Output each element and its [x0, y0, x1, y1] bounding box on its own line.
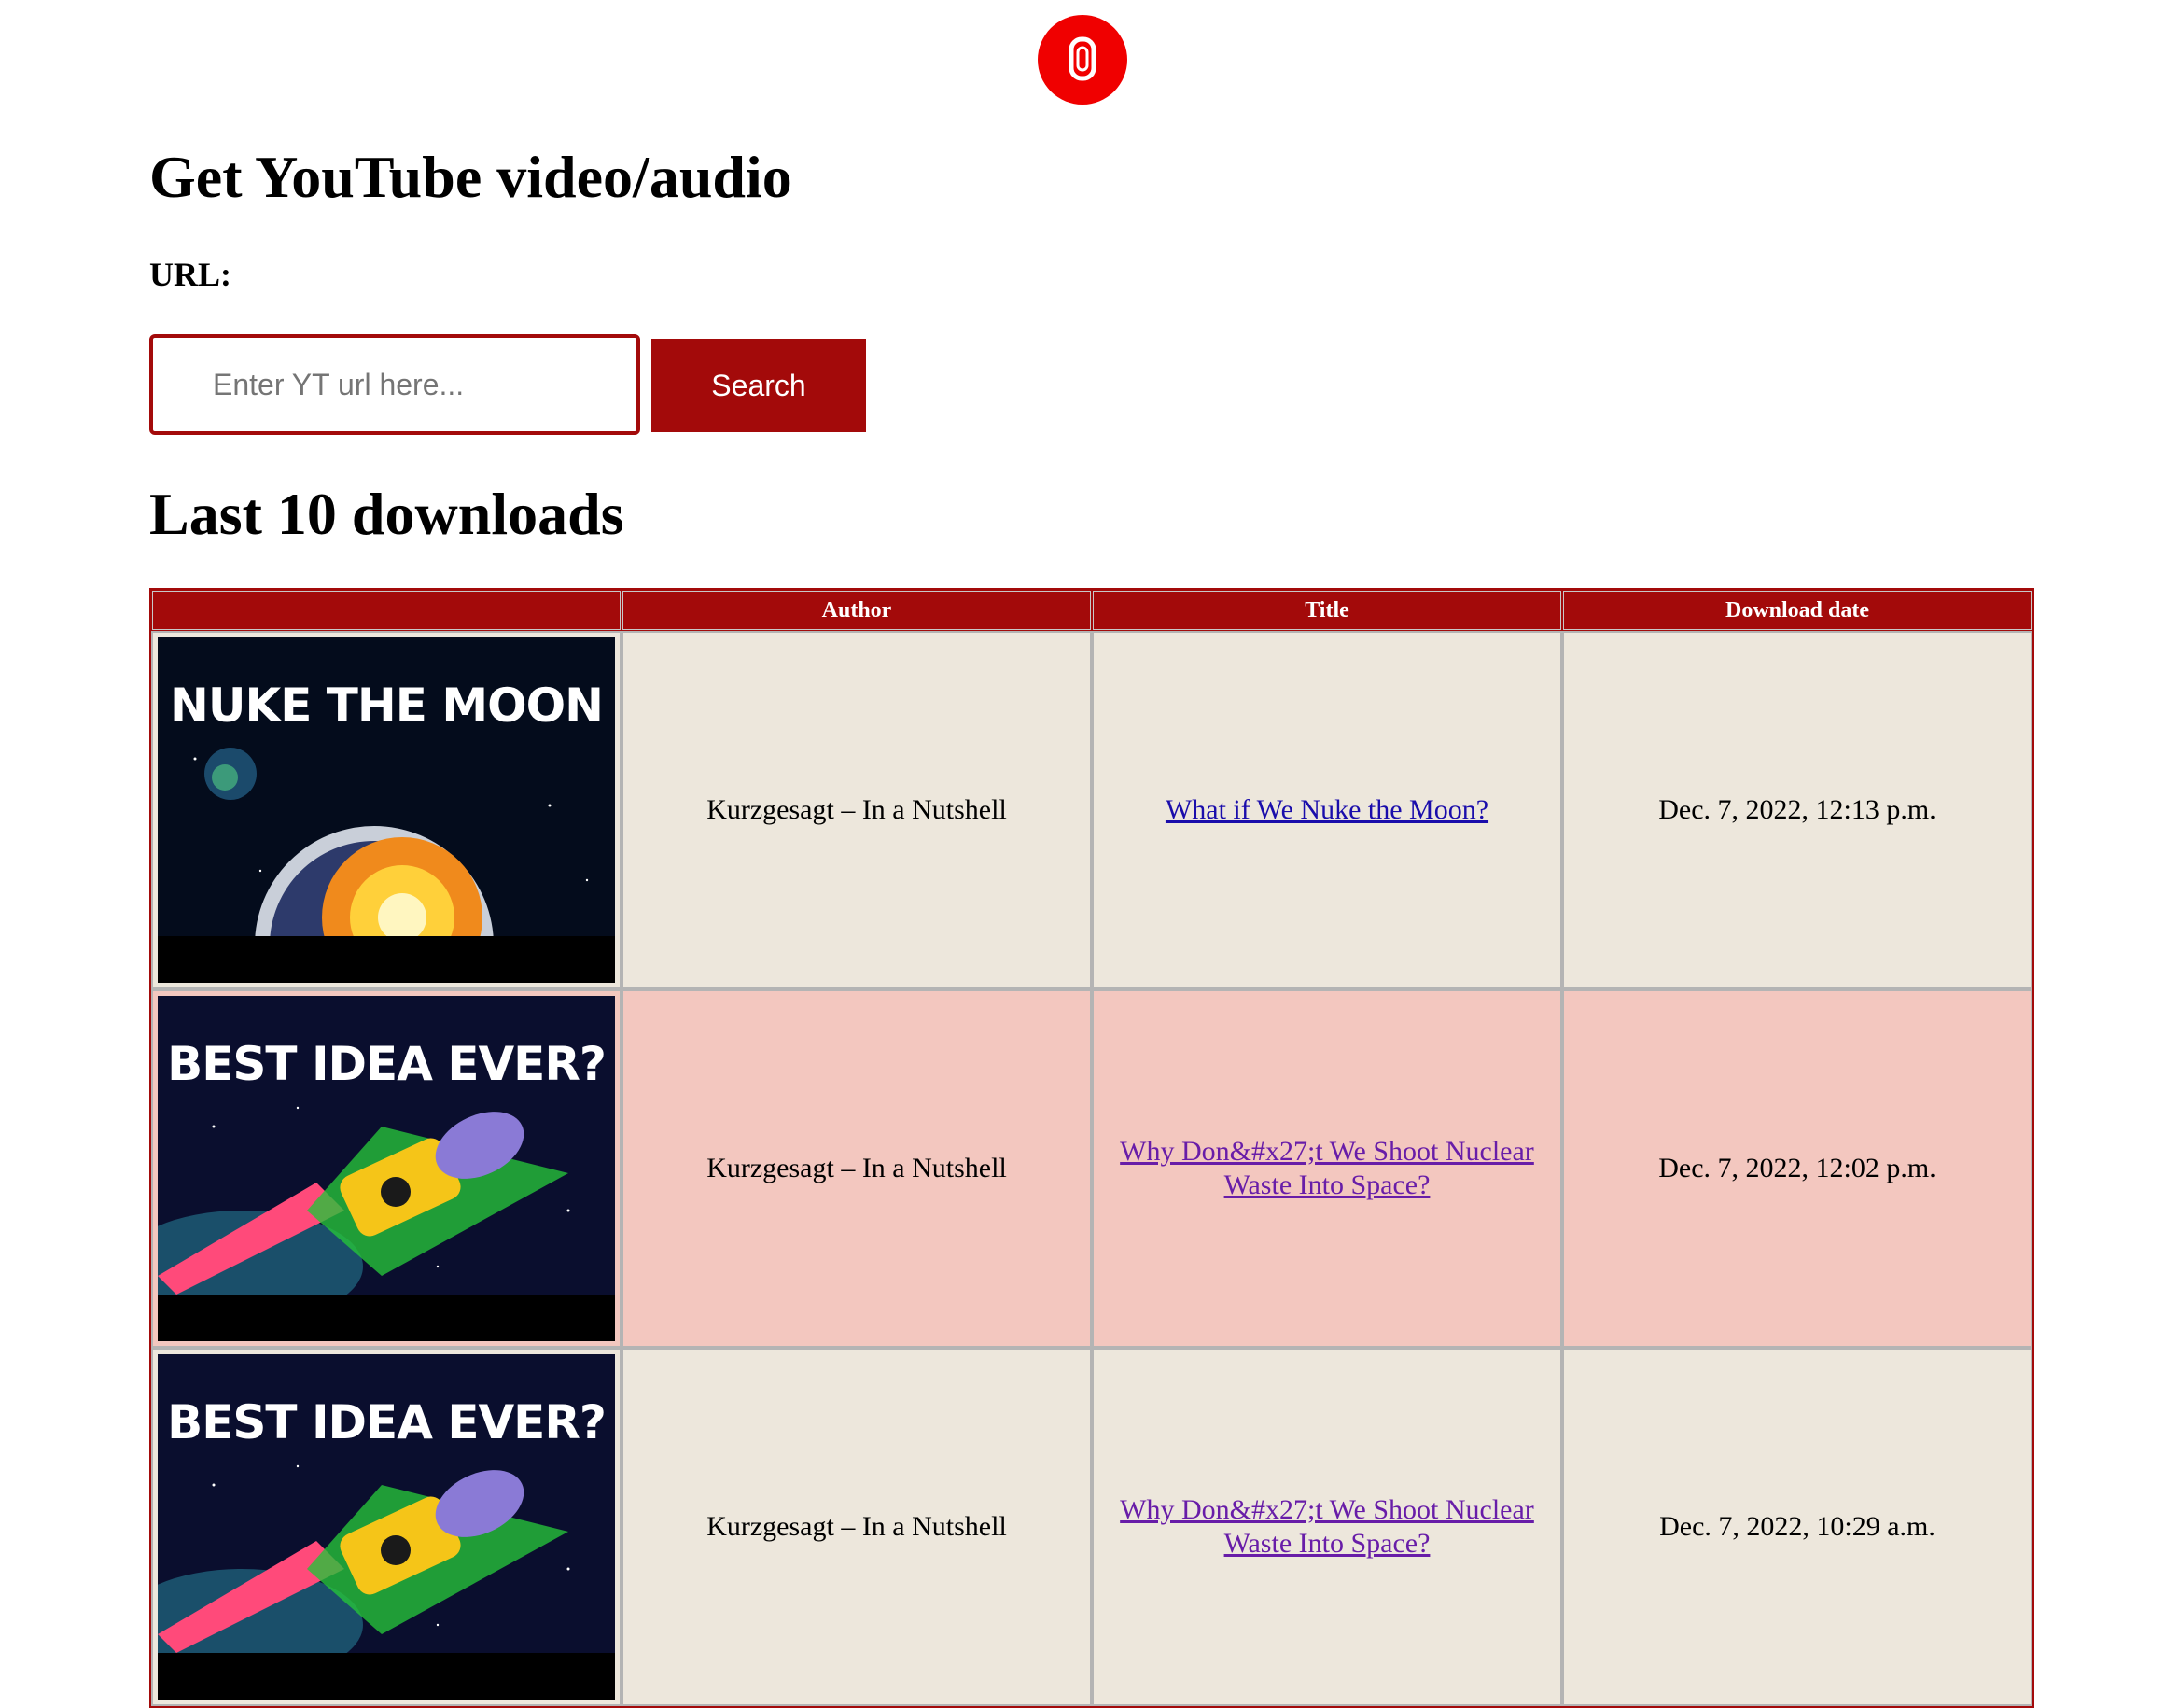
downloads-table: Author Title Download date NUKE THE MOON… [149, 588, 2034, 1708]
author-cell: Kurzgesagt – In a Nutshell [623, 991, 1090, 1346]
thumbnail-column-header [153, 592, 620, 629]
table-row: BEST IDEA EVER? Kurzgesagt – In a Nutshe… [153, 991, 2031, 1346]
thumbnail-cell: BEST IDEA EVER? [153, 1350, 620, 1704]
downloads-heading: Last 10 downloads [149, 481, 624, 547]
thumbnail-caption: BEST IDEA EVER? [167, 1037, 607, 1091]
video-title-link[interactable]: Why Don&#x27;t We Shoot Nuclear Waste In… [1120, 1136, 1534, 1200]
date-cell: Dec. 7, 2022, 10:29 a.m. [1564, 1350, 2031, 1704]
page-title: Get YouTube video/audio [149, 144, 792, 210]
video-thumbnail[interactable]: BEST IDEA EVER? [158, 1354, 615, 1700]
author-cell: Kurzgesagt – In a Nutshell [623, 633, 1090, 987]
url-label: URL: [149, 256, 231, 293]
date-cell: Dec. 7, 2022, 12:13 p.m. [1564, 633, 2031, 987]
title-cell: Why Don&#x27;t We Shoot Nuclear Waste In… [1094, 1350, 1560, 1704]
title-cell: Why Don&#x27;t We Shoot Nuclear Waste In… [1094, 991, 1560, 1346]
title-cell: What if We Nuke the Moon? [1094, 633, 1560, 987]
title-column-header: Title [1094, 592, 1560, 629]
date-column-header: Download date [1564, 592, 2031, 629]
url-input[interactable] [149, 334, 640, 435]
date-cell: Dec. 7, 2022, 12:02 p.m. [1564, 991, 2031, 1346]
youtube-logo-icon[interactable] [1038, 15, 1127, 105]
search-button[interactable]: Search [651, 339, 866, 432]
video-title-link[interactable]: Why Don&#x27;t We Shoot Nuclear Waste In… [1120, 1494, 1534, 1559]
video-thumbnail[interactable]: NUKE THE MOON [158, 637, 615, 983]
table-row: BEST IDEA EVER? Kurzgesagt – In a Nutshe… [153, 1350, 2031, 1704]
thumbnail-cell: NUKE THE MOON [153, 633, 620, 987]
author-cell: Kurzgesagt – In a Nutshell [623, 1350, 1090, 1704]
video-thumbnail[interactable]: BEST IDEA EVER? [158, 996, 615, 1341]
author-column-header: Author [623, 592, 1090, 629]
thumbnail-cell: BEST IDEA EVER? [153, 991, 620, 1346]
table-row: NUKE THE MOON Kurzgesagt – In a Nutshell… [153, 633, 2031, 987]
table-header-row: Author Title Download date [153, 592, 2031, 629]
video-title-link[interactable]: What if We Nuke the Moon? [1166, 794, 1488, 825]
thumbnail-caption: NUKE THE MOON [170, 679, 604, 733]
thumbnail-caption: BEST IDEA EVER? [167, 1395, 607, 1449]
